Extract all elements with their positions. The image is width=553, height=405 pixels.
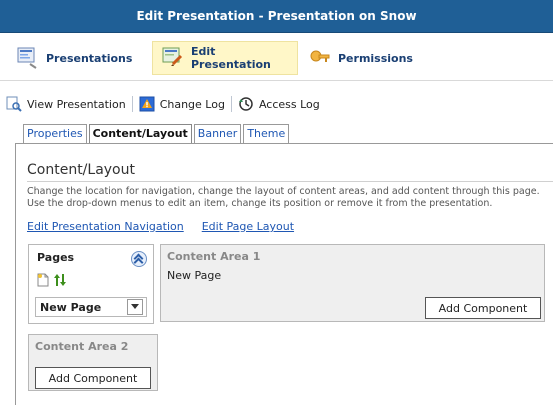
- access-log-button[interactable]: Access Log: [232, 96, 326, 112]
- pages-title: Pages: [37, 251, 75, 264]
- action-links: Edit Presentation Navigation Edit Page L…: [27, 220, 312, 233]
- heading-divider: [27, 181, 553, 182]
- change-log-label: Change Log: [159, 97, 225, 111]
- add-component-button[interactable]: Add Component: [425, 297, 541, 319]
- content-area-2-title: Content Area 2: [35, 340, 129, 353]
- presentations-icon: [16, 46, 40, 70]
- toolbar: View Presentation Change Log Access Log: [0, 90, 553, 118]
- page-description: Change the location for navigation, chan…: [27, 186, 540, 209]
- chevron-down-icon[interactable]: [127, 299, 143, 315]
- nav-edit-presentation[interactable]: Edit Presentation: [152, 41, 298, 75]
- view-presentation-button[interactable]: View Presentation: [0, 96, 132, 112]
- permissions-icon: [308, 46, 332, 70]
- add-component-button[interactable]: Add Component: [35, 367, 151, 389]
- access-log-label: Access Log: [258, 97, 320, 111]
- content-area-1: Content Area 1 New Page Add Component: [160, 244, 545, 322]
- content-area-1-text: New Page: [167, 269, 222, 282]
- change-log-icon: [139, 96, 155, 112]
- tab-theme[interactable]: Theme: [243, 124, 290, 143]
- window-title: Edit Presentation - Presentation on Snow: [136, 9, 417, 23]
- edit-layout-link[interactable]: Edit Page Layout: [202, 220, 294, 233]
- sort-icon[interactable]: [53, 273, 67, 287]
- page-select-value: New Page: [40, 300, 102, 314]
- nav-permissions-label: Permissions: [338, 51, 413, 65]
- window-title-bar: Edit Presentation - Presentation on Snow: [0, 0, 553, 33]
- page-heading: Content/Layout: [27, 162, 135, 178]
- view-presentation-label: View Presentation: [27, 97, 126, 111]
- nav-presentations[interactable]: Presentations: [16, 41, 132, 75]
- change-log-button[interactable]: Change Log: [133, 96, 231, 112]
- content-area-1-title: Content Area 1: [167, 250, 261, 263]
- tab-properties[interactable]: Properties: [23, 124, 87, 143]
- nav-permissions[interactable]: Permissions: [308, 41, 413, 75]
- nav-presentations-label: Presentations: [46, 51, 133, 65]
- top-navigation: Presentations Edit Presentation Permissi…: [0, 33, 553, 81]
- view-presentation-icon: [6, 96, 22, 112]
- new-page-icon[interactable]: [37, 273, 49, 287]
- page-select[interactable]: New Page: [35, 297, 147, 317]
- edit-presentation-icon: [161, 46, 185, 70]
- pages-panel: Pages New Page: [28, 244, 154, 324]
- tab-bar: Properties Content/Layout Banner Theme: [23, 124, 291, 144]
- content-area-2: Content Area 2 Add Component: [28, 334, 158, 391]
- tab-banner[interactable]: Banner: [193, 124, 242, 143]
- edit-navigation-link[interactable]: Edit Presentation Navigation: [27, 220, 184, 233]
- access-log-icon: [238, 96, 254, 112]
- tab-content-layout[interactable]: Content/Layout: [88, 124, 192, 144]
- nav-edit-presentation-label: Edit Presentation: [191, 45, 271, 71]
- collapse-icon[interactable]: [131, 251, 147, 267]
